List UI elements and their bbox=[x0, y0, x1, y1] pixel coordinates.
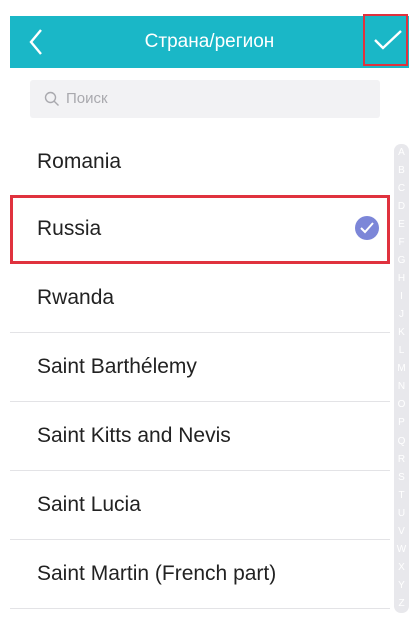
index-letter-b[interactable]: B bbox=[394, 162, 409, 180]
index-letter-s[interactable]: S bbox=[394, 469, 409, 487]
index-letter-n[interactable]: N bbox=[394, 378, 409, 396]
index-letter-z[interactable]: Z bbox=[394, 595, 409, 613]
search-input[interactable]: Поиск bbox=[30, 80, 380, 118]
list-item-rwanda[interactable]: Rwanda bbox=[10, 264, 390, 333]
index-letter-u[interactable]: U bbox=[394, 505, 409, 523]
selected-check-icon bbox=[355, 216, 379, 240]
index-letter-c[interactable]: C bbox=[394, 180, 409, 198]
search-icon bbox=[44, 91, 59, 106]
index-letter-j[interactable]: J bbox=[394, 306, 409, 324]
list-item-saint-martin[interactable]: Saint Martin (French part) bbox=[10, 540, 390, 609]
index-letter-x[interactable]: X bbox=[394, 559, 409, 577]
index-letter-y[interactable]: Y bbox=[394, 577, 409, 595]
country-name: Russia bbox=[37, 217, 102, 240]
index-letter-f[interactable]: F bbox=[394, 234, 409, 252]
country-name: Saint Kitts and Nevis bbox=[37, 424, 231, 447]
list-item-saint-barthelemy[interactable]: Saint Barthélemy bbox=[10, 333, 390, 402]
country-name: Romania bbox=[37, 150, 122, 173]
index-letter-t[interactable]: T bbox=[394, 487, 409, 505]
country-name: Rwanda bbox=[37, 286, 115, 309]
country-name: Saint Lucia bbox=[37, 493, 141, 516]
index-letter-p[interactable]: P bbox=[394, 414, 409, 432]
confirm-button[interactable] bbox=[363, 14, 408, 66]
index-letter-k[interactable]: K bbox=[394, 324, 409, 342]
index-letter-m[interactable]: M bbox=[394, 360, 409, 378]
index-letter-l[interactable]: L bbox=[394, 342, 409, 360]
page-title: Страна/регион bbox=[144, 31, 275, 52]
index-letter-v[interactable]: V bbox=[394, 523, 409, 541]
search-placeholder: Поиск bbox=[66, 90, 108, 107]
country-name: Saint Barthélemy bbox=[37, 355, 197, 378]
alphabet-index-bar[interactable]: A B C D E F G H I J K L M N O P Q R S T … bbox=[394, 144, 409, 613]
index-letter-o[interactable]: O bbox=[394, 396, 409, 414]
check-icon bbox=[374, 30, 402, 50]
index-letter-r[interactable]: R bbox=[394, 451, 409, 469]
index-letter-d[interactable]: D bbox=[394, 198, 409, 216]
list-item-saint-lucia[interactable]: Saint Lucia bbox=[10, 471, 390, 540]
index-letter-w[interactable]: W bbox=[394, 541, 409, 559]
index-letter-g[interactable]: G bbox=[394, 252, 409, 270]
index-letter-h[interactable]: H bbox=[394, 270, 409, 288]
index-letter-q[interactable]: Q bbox=[394, 433, 409, 451]
index-letter-a[interactable]: A bbox=[394, 144, 409, 162]
index-letter-i[interactable]: I bbox=[394, 288, 409, 306]
list-item-saint-kitts-and-nevis[interactable]: Saint Kitts and Nevis bbox=[10, 402, 390, 471]
list-item-russia[interactable]: Russia bbox=[10, 195, 390, 264]
country-name: Saint Martin (French part) bbox=[37, 562, 277, 585]
list-item-romania[interactable]: Romania bbox=[10, 128, 390, 197]
index-letter-e[interactable]: E bbox=[394, 216, 409, 234]
header-bar: Страна/регион bbox=[10, 14, 409, 68]
